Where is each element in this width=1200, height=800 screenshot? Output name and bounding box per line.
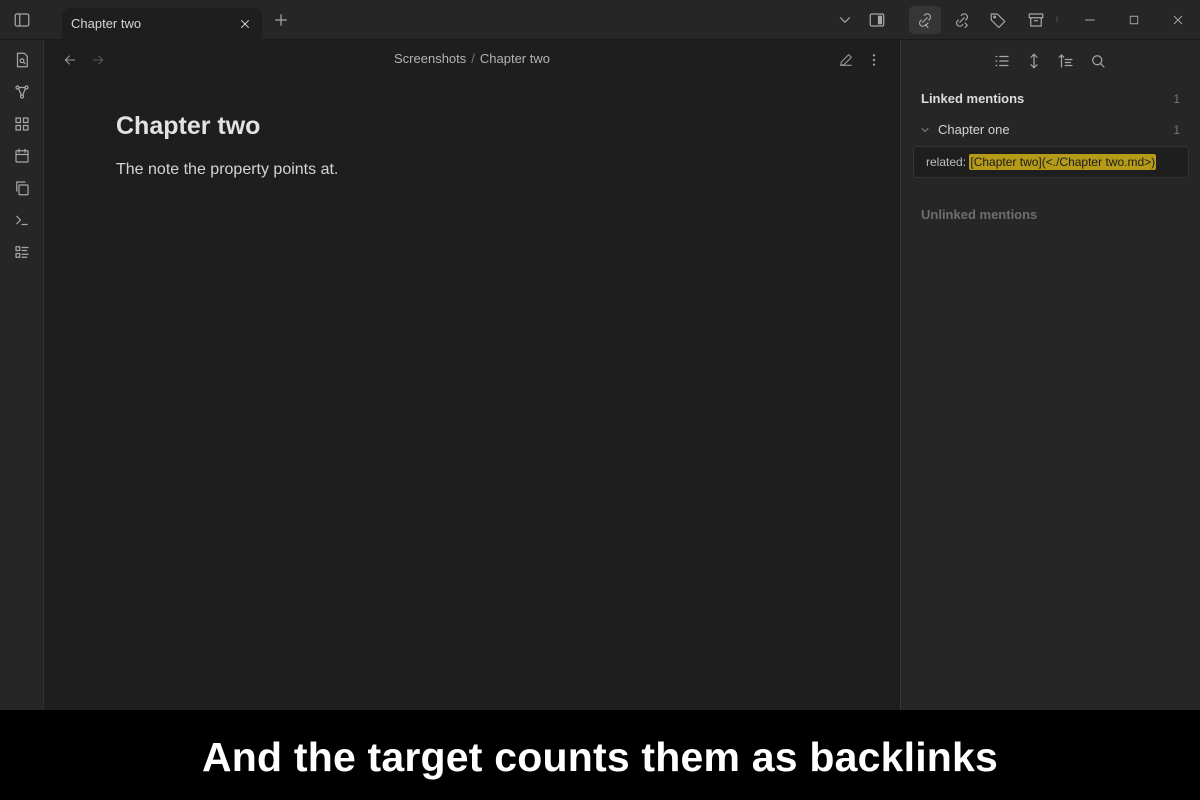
breadcrumb-file[interactable]: Chapter two	[480, 51, 550, 66]
caption-bar: And the target counts them as backlinks	[0, 710, 1200, 800]
more-vertical-icon[interactable]	[860, 46, 888, 74]
tab-title: Chapter two	[71, 16, 142, 31]
left-ribbon	[0, 40, 44, 710]
minimize-icon[interactable]	[1076, 6, 1104, 34]
note-title[interactable]: Chapter two	[116, 112, 260, 141]
editor-pane: Screenshots / Chapter two Chapter two The …	[44, 40, 900, 710]
breadcrumb-separator: /	[471, 51, 475, 66]
copy-icon[interactable]	[8, 174, 36, 202]
linked-mentions-count: 1	[1173, 92, 1180, 106]
list-collapse-icon[interactable]	[988, 47, 1016, 75]
list-icon[interactable]	[8, 238, 36, 266]
grid-icon[interactable]	[8, 110, 36, 138]
note-body[interactable]: The note the property points at.	[116, 161, 338, 179]
unlinked-mentions-heading[interactable]: Unlinked mentions	[921, 207, 1037, 222]
archive-icon[interactable]	[1022, 6, 1050, 34]
search-icon[interactable]	[1084, 47, 1112, 75]
terminal-icon[interactable]	[8, 206, 36, 234]
outgoing-links-icon[interactable]	[948, 6, 976, 34]
chevron-down-icon[interactable]	[919, 123, 933, 137]
divider-icon	[1052, 6, 1062, 34]
plus-icon[interactable]	[267, 6, 295, 34]
caption-text: And the target counts them as backlinks	[201, 734, 999, 780]
title-bar: Chapter two	[0, 0, 1200, 40]
sidebar-toggle-icon[interactable]	[8, 6, 36, 34]
tab-chapter-two[interactable]: Chapter two	[62, 8, 262, 40]
pencil-icon[interactable]	[832, 46, 860, 74]
close-icon[interactable]	[234, 13, 256, 35]
mention-highlight: [Chapter two](<./Chapter two.md>)	[969, 154, 1157, 170]
chevron-down-icon[interactable]	[831, 6, 859, 34]
expand-vertical-icon[interactable]	[1020, 47, 1048, 75]
file-search-icon[interactable]	[8, 46, 36, 74]
graph-icon[interactable]	[8, 78, 36, 106]
backlink-file-name[interactable]: Chapter one	[938, 122, 1010, 137]
calendar-icon[interactable]	[8, 142, 36, 170]
breadcrumb-folder[interactable]: Screenshots	[394, 51, 466, 66]
linked-mentions-heading[interactable]: Linked mentions	[921, 91, 1024, 106]
mention-prefix: related:	[926, 155, 967, 169]
mention-text: related: [Chapter two](<./Chapter two.md…	[926, 154, 1157, 170]
layout-right-icon[interactable]	[863, 6, 891, 34]
breadcrumb: Screenshots / Chapter two	[44, 51, 900, 66]
window-close-icon[interactable]	[1164, 6, 1192, 34]
mention-card[interactable]: related: [Chapter two](<./Chapter two.md…	[913, 146, 1189, 178]
tag-icon[interactable]	[984, 6, 1012, 34]
backlink-file-row[interactable]: Chapter one	[915, 120, 1187, 140]
sort-icon[interactable]	[1052, 47, 1080, 75]
backlink-file-count: 1	[1173, 123, 1180, 137]
backlinks-panel: Linked mentions 1 Chapter one 1 related:…	[900, 40, 1200, 710]
maximize-icon[interactable]	[1120, 6, 1148, 34]
backlinks-icon[interactable]	[909, 6, 941, 34]
